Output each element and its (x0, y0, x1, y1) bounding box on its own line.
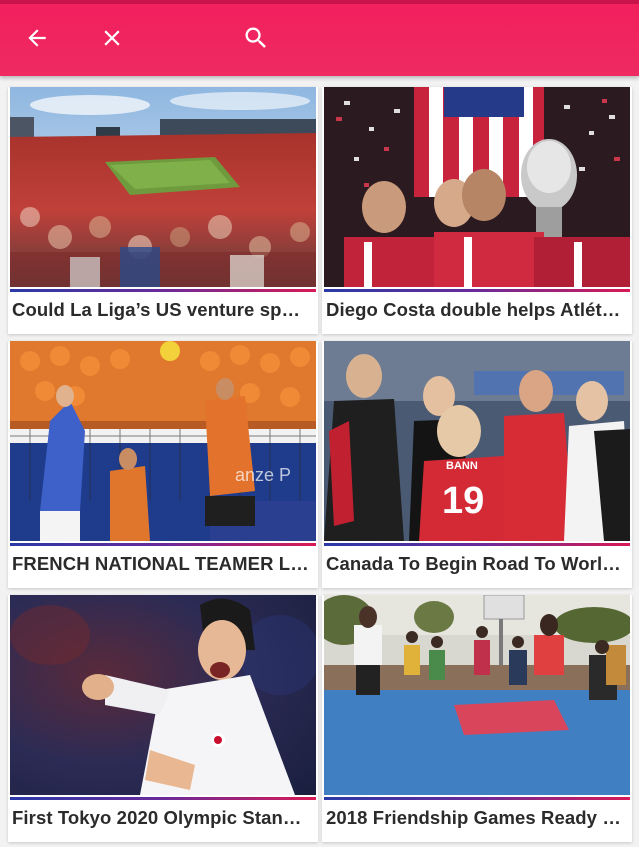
search-icon[interactable] (240, 22, 272, 54)
card-divider (324, 289, 630, 292)
article-title[interactable]: Diego Costa double helps Atlético win Su… (326, 299, 624, 321)
article-card[interactable]: 2018 Friendship Games Ready To Begin (322, 595, 632, 842)
close-icon[interactable] (96, 22, 128, 54)
app-toolbar (0, 0, 639, 76)
article-image[interactable]: 19 BANN (324, 341, 630, 541)
article-image[interactable]: anze P (10, 341, 316, 541)
article-title[interactable]: Could La Liga’s US venture spark a revol… (12, 299, 310, 321)
article-image[interactable] (10, 595, 316, 795)
card-divider (10, 289, 316, 292)
article-card[interactable]: Diego Costa double helps Atlético win Su… (322, 87, 632, 334)
arrow-back-icon[interactable] (21, 22, 53, 54)
article-card[interactable]: First Tokyo 2020 Olympic Standards (8, 595, 318, 842)
article-title[interactable]: 2018 Friendship Games Ready To Begin (326, 807, 624, 829)
article-image[interactable] (324, 87, 630, 287)
article-image[interactable] (10, 87, 316, 287)
article-card[interactable]: Could La Liga’s US venture spark a revol… (8, 87, 318, 334)
card-divider (324, 797, 630, 800)
card-divider (10, 543, 316, 546)
article-card[interactable]: 19 BANN Canada To Begin Road To World Ch… (322, 341, 632, 588)
svg-text:BANN: BANN (446, 460, 478, 472)
article-image[interactable] (324, 595, 630, 795)
article-card[interactable]: anze P FRENCH NATIONAL TEAMER LEAVES (8, 341, 318, 588)
card-divider (324, 543, 630, 546)
article-title[interactable]: FRENCH NATIONAL TEAMER LEAVES (12, 553, 310, 575)
card-divider (10, 797, 316, 800)
article-title[interactable]: First Tokyo 2020 Olympic Standards (12, 807, 310, 829)
article-title[interactable]: Canada To Begin Road To World Championsh… (326, 553, 624, 575)
svg-text:anze P: anze P (235, 465, 291, 485)
svg-text:19: 19 (442, 480, 484, 522)
